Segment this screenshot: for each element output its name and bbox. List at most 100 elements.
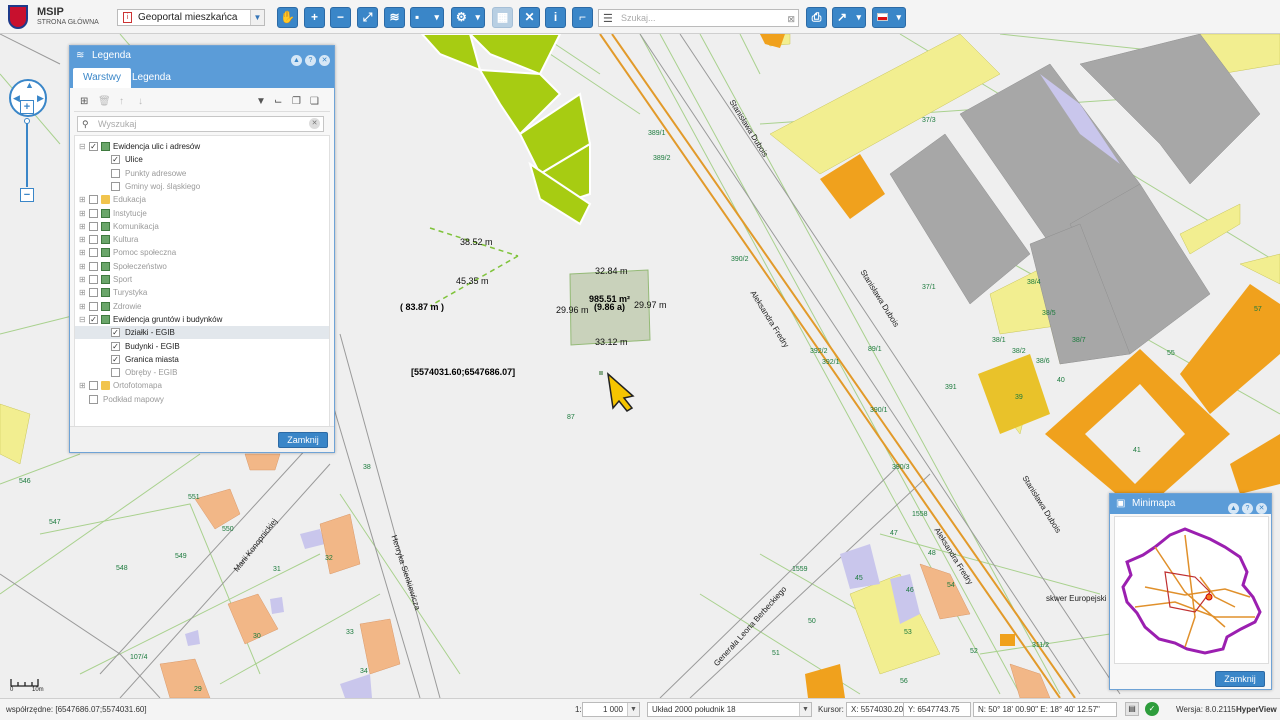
layer-checkbox[interactable]: [89, 381, 98, 391]
zoom-slider-track[interactable]: [26, 121, 28, 187]
move-down-icon[interactable]: ↓: [138, 96, 143, 107]
collapse-icon[interactable]: ⊟: [79, 313, 86, 326]
layer-checkbox[interactable]: [89, 208, 98, 218]
expand-icon[interactable]: ⊞: [79, 379, 86, 392]
layer-checkbox[interactable]: ✓: [111, 341, 120, 351]
table-icon[interactable]: ▦: [492, 7, 513, 28]
portal-select[interactable]: i Geoportal mieszkańca ▼: [117, 9, 265, 26]
layer-tree-item[interactable]: Gminy woj. śląskiego: [75, 180, 329, 193]
crs-select[interactable]: Układ 2000 południk 18 ▼: [647, 702, 812, 717]
zoom-slider-handle[interactable]: [24, 118, 30, 124]
layer-checkbox[interactable]: ✓: [111, 354, 120, 364]
notes-icon[interactable]: ▤: [1125, 702, 1139, 716]
layer-tree-item[interactable]: ⊞ Komunikacja: [75, 220, 329, 233]
layer-tree-item[interactable]: Podkład mapowy: [75, 393, 329, 406]
layer-checkbox[interactable]: [89, 301, 98, 311]
add-layer-icon[interactable]: ▪: [410, 7, 444, 28]
chevron-down-icon[interactable]: ▼: [799, 703, 811, 716]
copy-icon[interactable]: ❐: [292, 96, 301, 107]
pan-hand-icon[interactable]: ✋: [277, 7, 298, 28]
clear-search-icon[interactable]: ⊠: [787, 11, 795, 27]
layer-tree-item[interactable]: ⊞ Pomoc społeczna: [75, 246, 329, 259]
collapse-icon[interactable]: ▲: [1228, 503, 1239, 514]
layer-tree-item[interactable]: ⊟ ✓ Ewidencja gruntów i budynków: [75, 313, 329, 326]
zoom-in-icon[interactable]: +: [304, 7, 325, 28]
add-layer-icon[interactable]: ⊞: [80, 96, 88, 107]
paste-icon[interactable]: ❏: [310, 96, 319, 107]
layer-tree-item[interactable]: ⊞ Edukacja: [75, 193, 329, 206]
delete-icon[interactable]: 🗑: [98, 96, 111, 107]
filter-icon[interactable]: ▼: [256, 96, 266, 107]
pan-left-icon[interactable]: ◀: [13, 93, 20, 104]
legend-header[interactable]: ≋ Legenda ▲? ✕: [70, 46, 334, 66]
clear-icon[interactable]: ✕: [309, 118, 320, 129]
expand-icon[interactable]: ⊞: [79, 273, 86, 286]
layer-checkbox[interactable]: [89, 221, 98, 231]
layer-checkbox[interactable]: [89, 394, 98, 404]
layer-tree-item[interactable]: ✓ Działki - EGIB: [75, 326, 329, 340]
language-flag-icon[interactable]: [872, 7, 906, 28]
layer-tree-item[interactable]: ✓ Budynki - EGIB: [75, 340, 329, 353]
pan-up-icon[interactable]: ▲: [25, 80, 34, 90]
minimap-header[interactable]: ▣ Minimapa ▲? ✕: [1110, 494, 1271, 514]
close-icon[interactable]: ✕: [319, 55, 330, 66]
status-ok-icon[interactable]: ✓: [1145, 702, 1159, 716]
layer-checkbox[interactable]: ✓: [89, 314, 98, 324]
scale-select[interactable]: 1 000 ▼: [582, 702, 640, 717]
minimap-close-button[interactable]: Zamknij: [1215, 671, 1265, 687]
info-icon[interactable]: i: [545, 7, 566, 28]
layer-tree-item[interactable]: ⊞ Ortofotomapa: [75, 379, 329, 392]
expand-icon[interactable]: ⊞: [79, 233, 86, 246]
city-crest-logo[interactable]: [8, 5, 28, 29]
collapse-icon[interactable]: ⊟: [79, 140, 86, 153]
layer-tree-item[interactable]: ⊞ Zdrowie: [75, 300, 329, 313]
expand-icon[interactable]: ⊞: [79, 207, 86, 220]
settings-icon[interactable]: ⌙: [274, 96, 282, 107]
close-button[interactable]: Zamknij: [278, 432, 328, 448]
layer-checkbox[interactable]: ✓: [89, 142, 98, 151]
expand-icon[interactable]: ⊞: [79, 220, 86, 233]
map-zoom-in-button[interactable]: +: [20, 100, 34, 114]
app-subtitle[interactable]: STRONA GŁÓWNA: [37, 19, 99, 26]
tab-legenda[interactable]: Legenda: [122, 68, 181, 88]
layer-checkbox[interactable]: [89, 248, 98, 258]
chevron-down-icon[interactable]: ▼: [627, 703, 639, 716]
layer-tree-item[interactable]: ✓ Granica miasta: [75, 353, 329, 366]
layer-checkbox[interactable]: [89, 261, 98, 271]
layer-checkbox[interactable]: [89, 235, 98, 245]
layer-checkbox[interactable]: [111, 168, 120, 178]
layer-tree-item[interactable]: ⊞ Społeczeństwo: [75, 260, 329, 273]
expand-icon[interactable]: ⊞: [79, 193, 86, 206]
layer-tree-item[interactable]: ⊟ ✓ Ewidencja ulic i adresów: [75, 140, 329, 153]
layer-tree-item[interactable]: ⊞ Instytucje: [75, 207, 329, 220]
layer-tree-item[interactable]: Punkty adresowe: [75, 167, 329, 180]
route-icon[interactable]: ⌐: [572, 7, 593, 28]
search-input[interactable]: ☰ Szukaj... ⊠: [598, 9, 799, 27]
minimap-view[interactable]: [1114, 516, 1269, 664]
app-title[interactable]: MSIP: [37, 6, 64, 18]
collapse-icon[interactable]: ▲: [291, 55, 302, 66]
layer-tree-item[interactable]: ✓ Ulice: [75, 153, 329, 166]
help-icon[interactable]: ?: [305, 55, 316, 66]
help-icon[interactable]: ?: [1242, 503, 1253, 514]
expand-icon[interactable]: ⊞: [79, 246, 86, 259]
zoom-out-icon[interactable]: −: [330, 7, 351, 28]
layer-checkbox[interactable]: ✓: [111, 155, 120, 165]
layer-checkbox[interactable]: ✓: [111, 328, 120, 338]
layer-tree-item[interactable]: ⊞ Kultura: [75, 233, 329, 246]
layers-icon[interactable]: ≋: [384, 7, 405, 28]
layer-checkbox[interactable]: [111, 368, 120, 378]
layer-tree-item[interactable]: ⊞ Sport: [75, 273, 329, 286]
move-up-icon[interactable]: ↑: [119, 96, 124, 107]
full-extent-icon[interactable]: ⤢: [357, 7, 378, 28]
layer-checkbox[interactable]: [89, 275, 98, 284]
chevron-down-icon[interactable]: ▼: [250, 10, 264, 25]
map-zoom-out-button[interactable]: −: [20, 188, 34, 202]
close-icon[interactable]: ✕: [1256, 503, 1267, 514]
layer-search-input[interactable]: ⚲ Wyszukaj ✕: [77, 116, 324, 132]
layer-checkbox[interactable]: [111, 181, 120, 191]
menu-icon[interactable]: ☰: [603, 11, 613, 27]
expand-icon[interactable]: ⊞: [79, 286, 86, 299]
pan-right-icon[interactable]: ▶: [37, 93, 44, 104]
layer-checkbox[interactable]: [89, 288, 98, 298]
